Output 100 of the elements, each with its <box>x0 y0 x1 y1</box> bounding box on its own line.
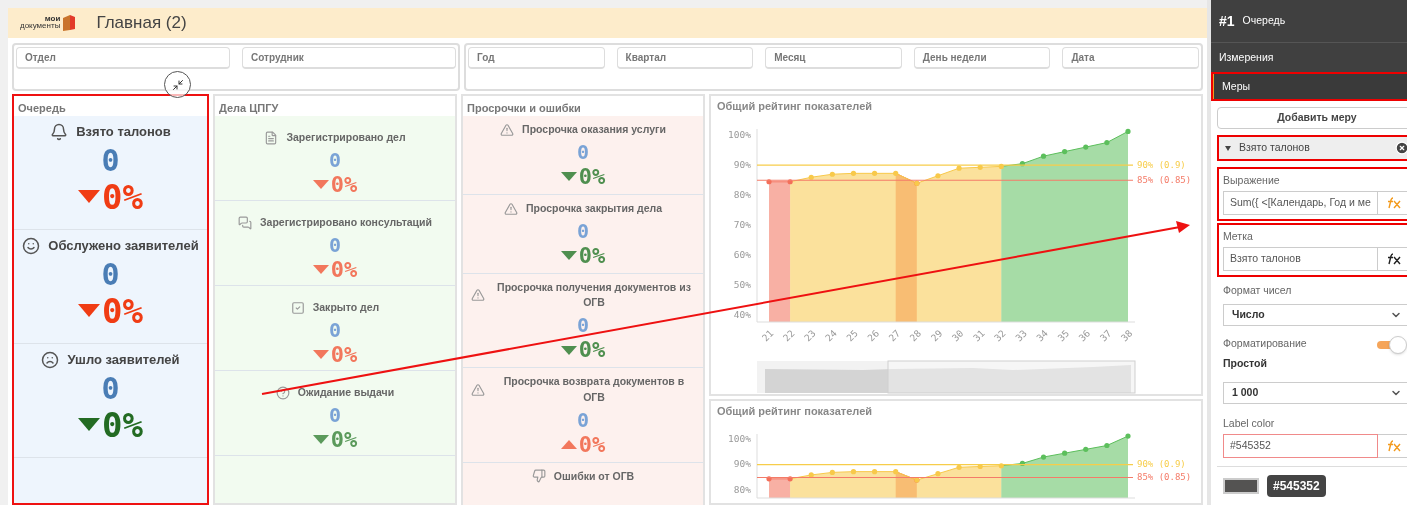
data-point <box>998 163 1004 169</box>
filter-box[interactable]: Сотрудник <box>242 47 456 69</box>
kpi-label: Зарегистрировано консультаций <box>260 215 432 230</box>
y-axis-label: 90% <box>733 158 751 170</box>
kpi-change: 0% <box>102 179 143 214</box>
panel-title: Очередь <box>17 101 67 116</box>
kpi-value: 0 <box>101 259 120 290</box>
x-axis-label: 35 <box>1055 327 1072 343</box>
filter-box[interactable]: Месяц <box>765 47 902 69</box>
data-point <box>787 475 793 481</box>
logo-text: мои <box>44 16 61 23</box>
x-axis-label: 27 <box>886 327 903 343</box>
filter-box[interactable]: День недели <box>913 47 1051 69</box>
function-icon <box>1385 252 1402 265</box>
section-tab[interactable]: Меры <box>1211 72 1407 101</box>
y-axis-label: 90% <box>733 457 751 469</box>
kpi-value: 0 <box>101 373 120 404</box>
kpi-change: 0% <box>102 407 143 442</box>
x-axis-label: 32 <box>991 327 1008 343</box>
kpi-value: 0 <box>576 220 589 241</box>
add-measure-button[interactable]: Добавить меру <box>1217 107 1407 129</box>
kpi-label: Просрочка оказания услуги <box>522 122 666 137</box>
data-point <box>872 170 878 176</box>
kpi-label: Взято талонов <box>76 123 171 141</box>
data-point <box>1125 432 1131 439</box>
data-point <box>1125 128 1131 134</box>
bell-icon <box>50 122 69 141</box>
kpi-change: 0% <box>578 339 606 361</box>
dropdown[interactable]: Число <box>1223 304 1407 327</box>
color-swatch[interactable] <box>1223 477 1259 494</box>
smiley-icon <box>22 236 41 255</box>
function-icon <box>1385 196 1402 209</box>
data-point <box>1019 160 1025 166</box>
filter-box[interactable]: Год <box>468 47 605 69</box>
kpi-label: Просрочка закрытия дела <box>526 200 662 216</box>
chart-title: Общий рейтинг показателей <box>716 99 874 114</box>
filter-box[interactable]: Квартал <box>616 47 754 69</box>
x-axis-label: 24 <box>823 327 839 343</box>
kpi-change: 0% <box>330 258 358 281</box>
x-axis-label: 31 <box>970 327 987 343</box>
warning-icon <box>471 382 485 397</box>
function-icon <box>1385 439 1402 452</box>
reference-label: 90% (0.9) <box>1137 458 1186 469</box>
checkbox-icon <box>290 300 305 315</box>
object-name: Очередь <box>1242 13 1286 29</box>
x-axis-label: 21 <box>759 327 776 343</box>
measure-header[interactable]: Взято талонов <box>1217 135 1407 161</box>
kpi-label: Закрыто дел <box>312 300 380 315</box>
question-icon <box>275 385 290 400</box>
color-tooltip: #545352 <box>1267 474 1326 497</box>
kpi-value: 0 <box>576 315 589 335</box>
x-axis-label: 29 <box>928 327 945 343</box>
data-point <box>808 174 814 180</box>
data-point <box>872 468 878 474</box>
formula-button[interactable] <box>1377 246 1407 271</box>
y-axis-label: 70% <box>733 218 751 230</box>
sheet-title: Главная (2) <box>96 12 187 35</box>
filter-box[interactable]: Отдел <box>16 47 230 69</box>
data-point <box>893 468 899 474</box>
data-point <box>1104 442 1110 448</box>
collapse-button[interactable] <box>164 71 191 98</box>
field-label: Метка <box>1223 228 1254 244</box>
close-icon[interactable] <box>1394 141 1407 155</box>
data-point <box>1083 144 1089 150</box>
data-point <box>1083 446 1089 452</box>
collapse-arrows-icon <box>171 78 184 91</box>
text-field[interactable]: Sum({ <[Календарь, Год и ме <box>1223 190 1378 215</box>
text-field[interactable]: #545352 <box>1223 433 1378 458</box>
kpi-value: 0 <box>328 149 341 170</box>
x-axis-label: 30 <box>949 327 966 343</box>
kpi-value: 0 <box>101 145 120 176</box>
warning-icon <box>504 201 518 216</box>
kpi-value: 0 <box>576 141 589 162</box>
kpi-label: Просрочка получения документов из ОГВ <box>496 279 692 311</box>
data-point <box>808 471 814 478</box>
data-point <box>1062 148 1068 154</box>
data-point <box>977 164 983 170</box>
kpi-label: Ушло заявителей <box>67 351 180 369</box>
field-label: Формат чисел <box>1223 282 1293 298</box>
data-point <box>935 172 941 178</box>
text-field[interactable]: Взято талонов <box>1223 246 1378 271</box>
data-point <box>850 170 857 176</box>
filter-box[interactable]: Дата <box>1062 47 1199 69</box>
field-label: Label color <box>1223 415 1276 431</box>
kpi-change: 0% <box>330 428 358 451</box>
kpi-change: 0% <box>102 293 143 328</box>
data-point <box>956 165 962 171</box>
x-axis-label: 38 <box>1118 327 1135 343</box>
y-axis-label: 60% <box>733 248 751 260</box>
kpi-label: Ожидание выдачи <box>297 385 395 400</box>
dropdown[interactable]: 1 000 <box>1223 381 1407 404</box>
y-axis-label: 80% <box>733 483 751 495</box>
kpi-label: Обслужено заявителей <box>48 237 199 255</box>
logo-text: документы <box>20 23 61 30</box>
section-tab[interactable]: Измерения <box>1211 43 1407 72</box>
data-point <box>1019 460 1025 466</box>
panel-title: Дела ЦПГУ <box>218 101 280 116</box>
logo-icon <box>62 14 77 32</box>
kpi-change: 0% <box>578 433 606 456</box>
y-axis-label: 40% <box>733 308 751 320</box>
